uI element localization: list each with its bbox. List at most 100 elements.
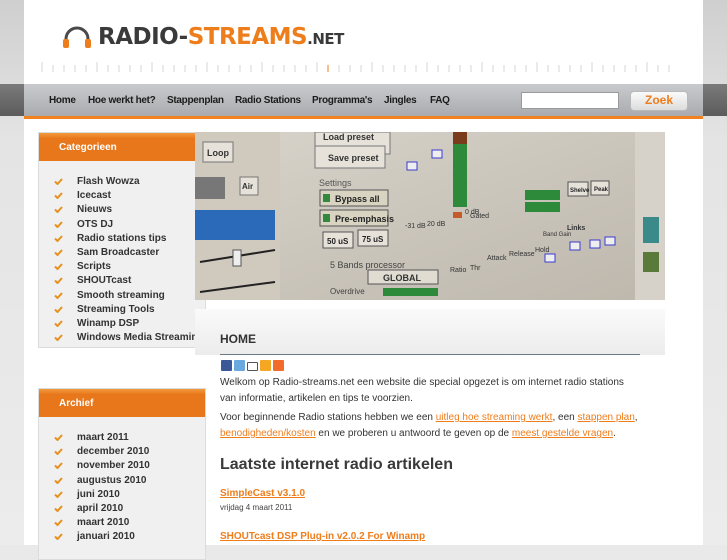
logo-text: RADIO-STREAMS.NET [98, 24, 344, 50]
logo-text-part2: STREAMS [187, 24, 308, 50]
svg-text:Load preset: Load preset [323, 132, 374, 142]
svg-text:Links: Links [567, 225, 585, 232]
nav-radio-stations[interactable]: Radio Stations [235, 95, 301, 106]
archive-link-label: november 2010 [77, 460, 150, 472]
link-uitleg-streaming[interactable]: uitleg hoe streaming werkt [436, 412, 553, 423]
checkmark-icon [54, 291, 63, 299]
checkmark-icon [54, 277, 63, 285]
archive-link[interactable]: juni 2010 [39, 488, 205, 502]
category-link[interactable]: SHOUTcast [39, 274, 205, 288]
category-link-label: SHOUTcast [77, 275, 132, 287]
svg-text:Overdrive: Overdrive [330, 287, 365, 296]
archive-link-label: maart 2011 [77, 432, 129, 443]
logo-text-part1: RADIO- [98, 24, 188, 50]
hyves-icon[interactable] [260, 360, 271, 371]
svg-text:Air: Air [242, 182, 253, 191]
archive-link[interactable]: november 2010 [39, 459, 205, 473]
category-link-label: Scripts [77, 261, 111, 273]
site-logo[interactable]: RADIO-STREAMS.NET [62, 22, 344, 52]
checkmark-icon [54, 220, 63, 228]
category-link[interactable]: Sam Broadcaster [39, 246, 205, 260]
svg-text:20 dB: 20 dB [427, 221, 446, 228]
search-button[interactable]: Zoek [630, 91, 688, 111]
para-text: , [634, 412, 638, 423]
checkmark-icon [54, 206, 63, 214]
category-link-label: Nieuws [77, 204, 113, 216]
intro-paragraph: Welkom op Radio-streams.net een website … [220, 377, 624, 404]
svg-text:Gated: Gated [470, 213, 489, 220]
twitter-icon[interactable] [234, 360, 245, 371]
svg-text:Loop: Loop [207, 148, 229, 158]
category-link-label: Sam Broadcaster [77, 247, 160, 259]
link-faq[interactable]: meest gestelde vragen [512, 428, 613, 439]
search-input[interactable] [521, 92, 619, 109]
nav-programmas[interactable]: Programma's [312, 95, 373, 106]
nav-home[interactable]: Home [49, 95, 76, 106]
category-link-label: Flash Wowza [77, 176, 140, 187]
category-link[interactable]: Smooth streaming [39, 289, 205, 303]
para-text: , een [552, 412, 578, 423]
archive-link[interactable]: maart 2011 [39, 431, 205, 445]
page-background-right [703, 0, 727, 545]
svg-text:GLOBAL: GLOBAL [383, 273, 421, 283]
archive-link[interactable]: maart 2010 [39, 516, 205, 530]
category-link[interactable]: Flash Wowza [39, 175, 205, 189]
svg-text:Release: Release [509, 251, 535, 258]
nav-hoe-werkt-het[interactable]: Hoe werkt het? [88, 95, 156, 106]
share-icons [221, 360, 284, 371]
link-stappen-plan[interactable]: stappen plan [578, 412, 635, 423]
category-link[interactable]: OTS DJ [39, 218, 205, 232]
svg-text:Peak: Peak [594, 187, 609, 193]
addthis-icon[interactable] [273, 360, 284, 371]
archive-link-label: januari 2010 [77, 531, 135, 543]
checkmark-icon [54, 462, 63, 470]
checkmark-icon [54, 519, 63, 527]
category-link[interactable]: Nieuws [39, 203, 205, 217]
archive-link-label: maart 2010 [77, 517, 130, 529]
article-link[interactable]: SimpleCast v3.1.0 [220, 488, 305, 499]
svg-text:Shelve: Shelve [570, 188, 590, 194]
checkmark-icon [54, 178, 63, 185]
content-header-band [195, 309, 665, 355]
category-link[interactable]: Radio stations tips [39, 232, 205, 246]
category-link[interactable]: Windows Media Streaming [39, 331, 205, 345]
facebook-icon[interactable] [221, 360, 232, 371]
page-background-left [0, 0, 24, 545]
checkmark-icon [54, 434, 63, 441]
categories-title: Categorieen [39, 133, 205, 161]
svg-text:Settings: Settings [319, 178, 352, 188]
logo-text-part3: .NET [307, 30, 344, 48]
category-link-label: Streaming Tools [77, 303, 155, 315]
checkmark-icon [54, 249, 63, 257]
svg-text:50 uS: 50 uS [327, 237, 349, 246]
article-link[interactable]: SHOUTcast DSP Plug-in v2.0.2 For Winamp [220, 531, 425, 542]
checkmark-icon [54, 476, 63, 484]
archive-link-label: juni 2010 [77, 488, 120, 500]
category-link[interactable]: Winamp DSP [39, 317, 205, 331]
svg-text:Save preset: Save preset [328, 153, 379, 163]
print-icon[interactable] [247, 362, 258, 371]
nav-faq[interactable]: FAQ [430, 95, 450, 106]
archive-link-label: augustus 2010 [77, 474, 147, 486]
archive-link[interactable]: april 2010 [39, 502, 205, 516]
category-link-label: Radio stations tips [77, 232, 167, 244]
checkmark-icon [54, 533, 63, 541]
archive-link-label: april 2010 [77, 503, 124, 515]
nav-stappenplan[interactable]: Stappenplan [167, 95, 224, 106]
category-link[interactable]: Scripts [39, 260, 205, 274]
archive-link[interactable]: januari 2010 [39, 530, 205, 544]
nav-jingles[interactable]: Jingles [384, 95, 417, 106]
category-link-label: Winamp DSP [77, 318, 140, 330]
articles-heading: Laatste internet radio artikelen [220, 456, 453, 473]
archive-link[interactable]: augustus 2010 [39, 474, 205, 488]
svg-text:Pre-emphasis: Pre-emphasis [335, 214, 394, 224]
banner-image: Loop Air Load preset Save preset Setting… [195, 132, 665, 300]
category-link[interactable]: Streaming Tools [39, 303, 205, 317]
link-benodigheden[interactable]: benodigheden/kosten [220, 428, 316, 439]
para-text: . [613, 428, 616, 439]
svg-text:Band Gain: Band Gain [543, 232, 571, 238]
checkmark-icon [54, 491, 63, 498]
archive-link[interactable]: december 2010 [39, 445, 205, 459]
svg-text:Ratio: Ratio [450, 267, 466, 274]
category-link[interactable]: Icecast [39, 189, 205, 203]
